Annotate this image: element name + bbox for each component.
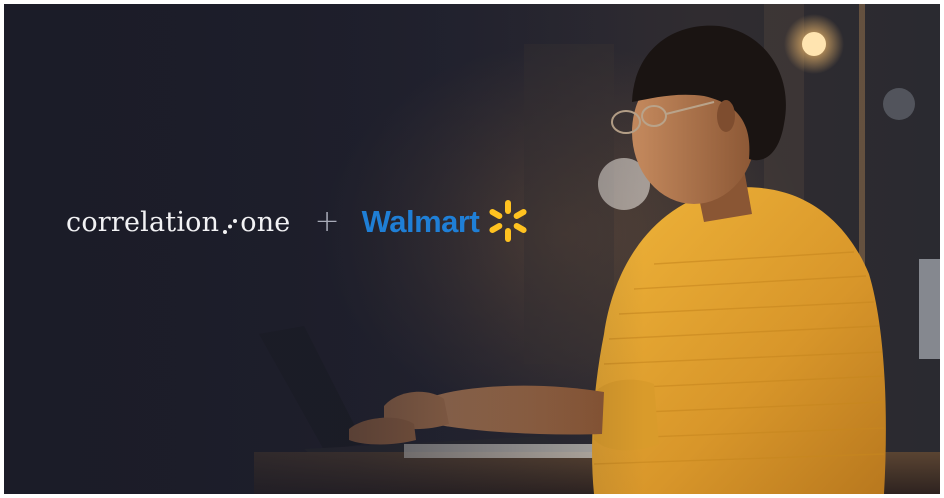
correlation-one-logo-part2: one [240, 206, 291, 238]
correlation-dots-icon [222, 215, 238, 237]
walmart-logo-text: Walmart [361, 204, 480, 239]
correlation-one-logo-part1: correlation [66, 206, 220, 238]
partner-logos: correlation one + Walmart [66, 199, 531, 244]
plus-sign: + [314, 203, 340, 239]
photo-scene [4, 4, 940, 494]
banner-image: correlation one + Walmart [4, 4, 940, 494]
walmart-spark-icon [485, 198, 531, 249]
